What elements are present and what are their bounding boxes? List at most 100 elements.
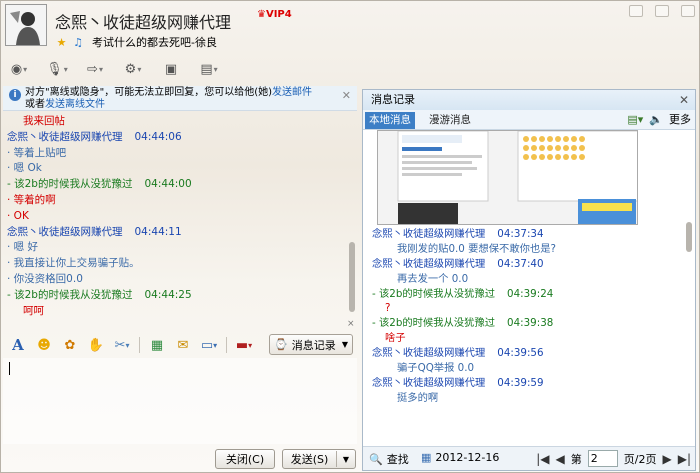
app-menu-button[interactable]: ▤ ▾ <box>197 59 221 79</box>
next-page-icon[interactable]: ▶ <box>662 452 671 466</box>
history-messages[interactable]: 念熙丶收徒超级网赚代理 04:37:34 我刚发的贴0.0 要想保不敢你也是? 念熙丶… <box>363 227 685 406</box>
message-body: · 嗯 Ok <box>7 162 42 175</box>
history-tabs: 本地消息 漫游消息 ▤▾ 🔈 更多 <box>363 110 695 130</box>
message-body: ? <box>385 302 391 315</box>
signature-row: ★ ♫ 考试什么的都去死吧-徐良 <box>55 34 217 49</box>
history-scroll-thumb[interactable] <box>686 222 692 252</box>
screenshot-image <box>378 131 637 224</box>
history-header: 消息记录 ✕ <box>363 90 695 110</box>
message-body: 我来回帖 <box>23 115 65 127</box>
send-email-link[interactable]: 发送邮件 <box>272 87 312 98</box>
sender-name: 念熙丶收徒超级网赚代理 <box>372 347 486 360</box>
close-history-icon[interactable]: ✕ <box>679 90 689 110</box>
notice-middle: 或者 <box>25 99 45 110</box>
first-page-icon[interactable]: |◀ <box>536 452 549 466</box>
magic-emoji-icon[interactable]: ✿ <box>61 336 79 354</box>
scissors-icon[interactable]: ✂ ▾ <box>113 336 131 354</box>
message-body: 再去发一个 0.0 <box>397 272 469 285</box>
filter-icon[interactable]: ▤▾ <box>627 113 643 126</box>
file-transfer-button[interactable]: ⇨ ▾ <box>83 59 107 79</box>
message-record-button[interactable]: ⌚ 消息记录 ▼ <box>269 334 353 355</box>
chat-scrollbar[interactable] <box>348 114 356 319</box>
send-options-chevron-icon[interactable]: ▼ <box>337 455 355 464</box>
message-header: - 该2b的时候我从没犹豫过 04:44:00 <box>3 177 346 193</box>
timestamp: 04:44:11 <box>134 225 182 238</box>
shared-screenshot[interactable] <box>377 130 638 225</box>
message-body: 骗子QQ举报 0.0 <box>397 362 475 375</box>
find-button[interactable]: 🔍 查找 <box>369 451 409 467</box>
music-share-icon[interactable]: ▭ ▾ <box>200 336 218 354</box>
music-icon[interactable]: ♫ <box>72 36 85 49</box>
timestamp: 04:39:56 <box>497 347 544 360</box>
more-link[interactable]: 更多 <box>669 111 691 127</box>
page-input[interactable] <box>587 450 618 467</box>
chat-history[interactable]: 我来回帖念熙丶收徒超级网赚代理 04:44:06 · 等着上贴吧 · 嗯 Ok - 该2… <box>3 114 346 318</box>
page-total: 页/2页 <box>623 452 657 466</box>
message-text: · 你没资格回0.0 <box>3 272 346 288</box>
last-page-icon[interactable]: ▶| <box>678 452 691 466</box>
camera-icon: ◉ <box>10 61 23 77</box>
message-body: · 嗯 好 <box>7 241 39 254</box>
message-body: 啥子 <box>385 332 406 345</box>
chat-window: 念熙丶收徒超级网赚代理 ♛VIP4 ★ ♫ 考试什么的都去死吧-徐良 ◉ ▾ 🎙 ▾… <box>0 0 700 473</box>
date-picker[interactable]: ▦ 2012-12-16 <box>421 451 499 464</box>
scroll-thumb[interactable] <box>349 242 355 312</box>
text-caret <box>9 362 10 375</box>
minimize-button[interactable] <box>629 5 643 17</box>
voice-call-button[interactable]: 🎙 ▾ <box>45 59 69 79</box>
video-call-button[interactable]: ◉ ▾ <box>7 59 31 79</box>
prev-page-icon[interactable]: ◀ <box>556 452 565 466</box>
close-button[interactable]: 关闭(C) <box>215 449 275 469</box>
message-text: · 嗯 好 <box>3 240 346 256</box>
message-text: 啥子 <box>363 331 685 346</box>
sender-name: - 该2b的时候我从没犹豫过 <box>7 178 133 191</box>
gift-icon[interactable]: ✉ <box>174 336 192 354</box>
tab-roaming-messages[interactable]: 漫游消息 <box>425 112 475 129</box>
message-text: · 等着的啊 <box>3 193 346 209</box>
info-icon: i <box>9 89 21 101</box>
message-header: 念熙丶收徒超级网赚代理 04:39:59 <box>363 376 685 391</box>
chevron-down-icon[interactable]: ▼ <box>342 340 348 349</box>
format-toolbar: A ☻ ✿ ✋ ✂ ▾ ▦ ✉ ▭ ▾ ▬ ▾ <box>9 335 253 355</box>
message-body: 挺多的啊 <box>397 391 439 404</box>
send-offline-file-link[interactable]: 发送离线文件 <box>45 99 105 110</box>
message-input[interactable] <box>3 358 357 444</box>
font-icon[interactable]: A <box>9 336 27 354</box>
remote-assist-button[interactable]: ⚙ ▾ <box>121 59 145 79</box>
send-button[interactable]: 发送(S) ▼ <box>282 449 356 469</box>
close-notice-icon[interactable]: ✕ <box>342 90 351 102</box>
message-body: · 你没资格回0.0 <box>7 272 83 285</box>
screen-icon: ▣ <box>164 61 178 77</box>
message-body: 我刚发的贴0.0 要想保不敢你也是? <box>397 242 556 255</box>
emoji-icon[interactable]: ☻ <box>35 336 53 354</box>
history-scrollbar[interactable] <box>685 130 693 430</box>
image-icon[interactable]: ▦ <box>148 336 166 354</box>
timestamp: 04:44:06 <box>134 130 182 143</box>
history-footer: 🔍 查找 ▦ 2012-12-16 |◀ ◀ 第 页/2页 ▶ ▶| <box>363 446 695 470</box>
collapse-icon[interactable]: ⨯ <box>347 319 355 329</box>
sender-name: - 该2b的时候我从没犹豫过 <box>372 287 496 300</box>
find-label: 查找 <box>386 453 409 466</box>
timestamp: 04:39:24 <box>507 287 554 300</box>
sender-name: 念熙丶收徒超级网赚代理 <box>7 130 123 143</box>
calendar-icon: ▦ <box>421 451 432 464</box>
message-text: ? <box>363 301 685 316</box>
more-tools-icon[interactable]: ▬ ▾ <box>235 336 253 354</box>
timestamp: 04:39:59 <box>497 376 544 389</box>
screen-share-button[interactable]: ▣ <box>159 59 183 79</box>
timestamp: 04:44:00 <box>144 178 192 191</box>
speaker-icon[interactable]: 🔈 <box>649 113 663 126</box>
tab-local-messages[interactable]: 本地消息 <box>365 112 415 129</box>
avatar[interactable] <box>5 4 47 46</box>
chat-toolbar: ◉ ▾ 🎙 ▾ ⇨ ▾ ⚙ ▾ ▣ ▤ ▾ <box>7 58 221 80</box>
message-text: · 等着上贴吧 <box>3 146 346 162</box>
message-history-panel: 消息记录 ✕ 本地消息 漫游消息 ▤▾ 🔈 更多 念熙丶收徒超级网赚代理 04:… <box>362 89 696 471</box>
page-prefix: 第 <box>570 452 582 466</box>
message-text: 挺多的啊 <box>363 391 685 406</box>
timestamp: 04:44:25 <box>144 288 192 301</box>
sender-name: - 该2b的时候我从没犹豫过 <box>7 288 133 301</box>
maximize-button[interactable] <box>655 5 669 17</box>
message-header: 念熙丶收徒超级网赚代理 04:44:06 <box>3 130 346 146</box>
close-window-button[interactable] <box>681 5 695 17</box>
nudge-icon[interactable]: ✋ <box>87 336 105 354</box>
